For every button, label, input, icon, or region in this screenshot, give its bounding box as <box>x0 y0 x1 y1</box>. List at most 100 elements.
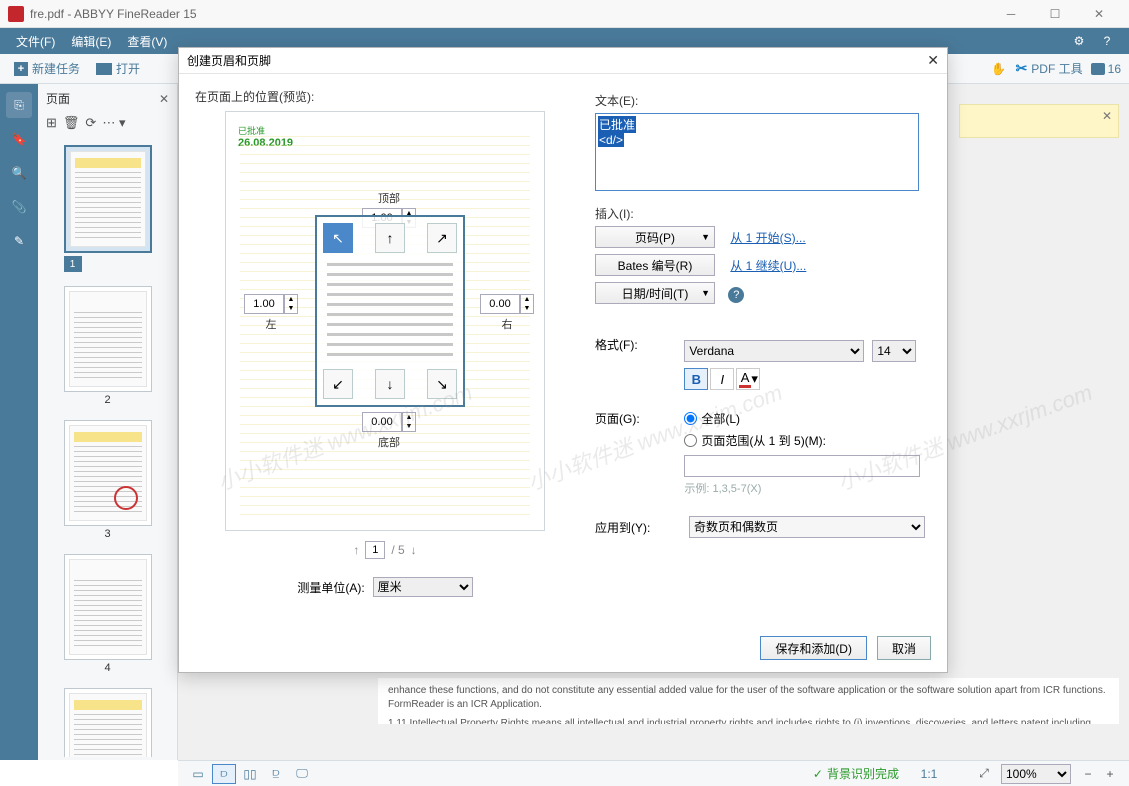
dialog-title: 创建页眉和页脚 <box>187 52 271 69</box>
activitybar: ⎘ 🔖 🔍 📎 ✎ <box>0 84 38 760</box>
scissors-icon: ✂ <box>1016 60 1028 77</box>
save-add-button[interactable]: 保存和添加(D) <box>760 636 867 660</box>
help-icon[interactable]: ? <box>728 287 744 303</box>
next-page-icon[interactable]: ↓ <box>411 543 417 557</box>
rotate-page-icon[interactable]: ⟳ <box>85 115 96 131</box>
view-single-page-icon[interactable]: ▭ <box>186 764 210 784</box>
header-text-input[interactable]: 已批准 <d/> <box>595 113 919 191</box>
view-continuous-icon[interactable]: ⫒ <box>264 764 288 784</box>
notice-banner: ✕ <box>959 104 1119 138</box>
hand-tool-icon[interactable]: ✋ <box>990 62 1008 76</box>
zoom-select[interactable]: 100% <box>1001 764 1071 784</box>
settings-icon[interactable]: ⚙ <box>1065 34 1093 48</box>
pages-toolbar: ⊞ 🗑 ⟳ ⋯ ▾ <box>38 113 177 137</box>
bates-number-button[interactable]: Bates 编号(R) <box>595 254 715 276</box>
comment-icon <box>1091 63 1105 75</box>
window-title: fre.pdf - ABBYY FineReader 15 <box>30 7 197 21</box>
pages-panel-title: 页面 <box>46 90 70 107</box>
dialog-titlebar: 创建页眉和页脚 ✕ <box>179 48 947 74</box>
margin-top-label: 顶部 <box>378 190 400 206</box>
margin-bottom-spinner[interactable]: ▲▼ <box>402 412 416 432</box>
start-from-1-link[interactable]: 从 1 开始(S)... <box>730 231 805 245</box>
apply-to-label: 应用到(Y): <box>595 519 675 536</box>
radio-all-pages[interactable] <box>684 412 697 425</box>
open-button[interactable]: 打开 <box>90 58 146 80</box>
maximize-button[interactable]: ☐ <box>1033 0 1077 28</box>
thumb-3-number: 3 <box>64 528 152 540</box>
statusbar: ▭ ⫐ ▯▯ ⫒ 🖵 ✓背景识别完成 1:1 ⤢ 100% − + <box>178 760 1129 786</box>
add-page-icon[interactable]: ⊞ <box>46 115 57 131</box>
preview-pane: 在页面上的位置(预览): 已批准 26.08.2019 顶部 ▲▼ ▲▼ 左 ▲… <box>195 88 575 597</box>
pos-bottom-left[interactable]: ↙ <box>323 369 353 399</box>
search-tab[interactable]: 🔍 <box>6 160 32 186</box>
document-text: enhance these functions, and do not cons… <box>378 678 1119 724</box>
menu-edit[interactable]: 编辑(E) <box>63 28 119 54</box>
caret-icon: ▼ <box>701 232 710 242</box>
pages-panel: 页面 ✕ ⊞ 🗑 ⟳ ⋯ ▾ ▦ 1 ▦ 2 ▦ 3 ▦ 4 ▦ <box>38 84 178 760</box>
thumbnail-list: ▦ 1 ▦ 2 ▦ 3 ▦ 4 ▦ <box>38 137 177 757</box>
more-icon[interactable]: ⋯ ▾ <box>102 115 125 131</box>
signatures-tab[interactable]: ✎ <box>6 228 32 254</box>
pdf-tools-button[interactable]: ✂PDF 工具 <box>1016 60 1083 77</box>
text-line2: <d/> <box>598 133 624 147</box>
pos-bottom-right[interactable]: ↘ <box>427 369 457 399</box>
prev-page-icon[interactable]: ↑ <box>353 543 359 557</box>
format-label: 格式(F): <box>595 336 681 353</box>
zoom-in-icon[interactable]: + <box>1099 767 1121 781</box>
thumb-4-number: 4 <box>64 662 152 674</box>
attachments-tab[interactable]: 📎 <box>6 194 32 220</box>
minimize-button[interactable]: ─ <box>989 0 1033 28</box>
radio-range-label: 页面范围(从 1 到 5)(M): <box>701 432 826 449</box>
bookmarks-tab[interactable]: 🔖 <box>6 126 32 152</box>
bold-button[interactable]: B <box>684 368 708 390</box>
margin-right-input[interactable] <box>480 294 520 314</box>
font-select[interactable]: Verdana <box>684 340 864 362</box>
thumbnail-3[interactable]: ▦ <box>64 420 152 526</box>
pos-top-left[interactable]: ↖ <box>323 223 353 253</box>
menu-file[interactable]: 文件(F) <box>8 28 63 54</box>
margin-left-input[interactable] <box>244 294 284 314</box>
delete-page-icon[interactable]: 🗑 <box>63 115 80 131</box>
new-task-button[interactable]: +新建任务 <box>8 58 86 80</box>
page-number-input[interactable] <box>365 541 385 559</box>
continue-from-1-link[interactable]: 从 1 继续(U)... <box>730 259 806 273</box>
margin-bottom-input[interactable] <box>362 412 402 432</box>
comments-button[interactable]: 16 <box>1091 62 1121 76</box>
apply-to-select[interactable]: 奇数页和偶数页 <box>689 516 925 538</box>
menu-view[interactable]: 查看(V) <box>119 28 175 54</box>
dialog-close-icon[interactable]: ✕ <box>927 52 939 69</box>
panel-close-icon[interactable]: ✕ <box>159 92 169 106</box>
page-number-button[interactable]: 页码(P)▼ <box>595 226 715 248</box>
margin-left-spinner[interactable]: ▲▼ <box>284 294 298 314</box>
view-presentation-icon[interactable]: 🖵 <box>290 764 314 784</box>
close-button[interactable]: ✕ <box>1077 0 1121 28</box>
fit-screen-icon[interactable]: ⤢ <box>973 766 995 781</box>
header-footer-dialog: 创建页眉和页脚 ✕ 在页面上的位置(预览): 已批准 26.08.2019 顶部… <box>178 47 948 673</box>
font-size-select[interactable]: 14 <box>872 340 916 362</box>
thumbnail-4[interactable]: ▦ <box>64 554 152 660</box>
cancel-button[interactable]: 取消 <box>877 636 931 660</box>
pos-top-right[interactable]: ↗ <box>427 223 457 253</box>
pages-tab[interactable]: ⎘ <box>6 92 32 118</box>
margin-right-spinner[interactable]: ▲▼ <box>520 294 534 314</box>
notice-close-icon[interactable]: ✕ <box>1102 109 1112 123</box>
radio-page-range[interactable] <box>684 434 697 447</box>
thumbnail-1[interactable]: ▦ <box>64 145 152 253</box>
font-color-button[interactable]: A ▾ <box>736 368 760 390</box>
measure-unit-select[interactable]: 厘米 <box>373 577 473 597</box>
thumbnail-2[interactable]: ▦ <box>64 286 152 392</box>
caret-icon: ▼ <box>701 288 710 298</box>
pos-top-center[interactable]: ↑ <box>375 223 405 253</box>
scale-1to1-button[interactable]: 1:1 <box>917 764 941 784</box>
position-label: 在页面上的位置(预览): <box>195 88 575 105</box>
pos-bottom-center[interactable]: ↓ <box>375 369 405 399</box>
view-fit-width-icon[interactable]: ⫐ <box>212 764 236 784</box>
page-range-input[interactable] <box>684 455 920 477</box>
datetime-button[interactable]: 日期/时间(T)▼ <box>595 282 715 304</box>
italic-button[interactable]: I <box>710 368 734 390</box>
view-two-page-icon[interactable]: ▯▯ <box>238 764 262 784</box>
zoom-out-icon[interactable]: − <box>1077 767 1099 781</box>
thumbnail-5[interactable]: ▦ <box>64 688 152 757</box>
doc-paragraph-1: enhance these functions, and do not cons… <box>388 684 1109 711</box>
help-icon[interactable]: ? <box>1093 34 1121 48</box>
